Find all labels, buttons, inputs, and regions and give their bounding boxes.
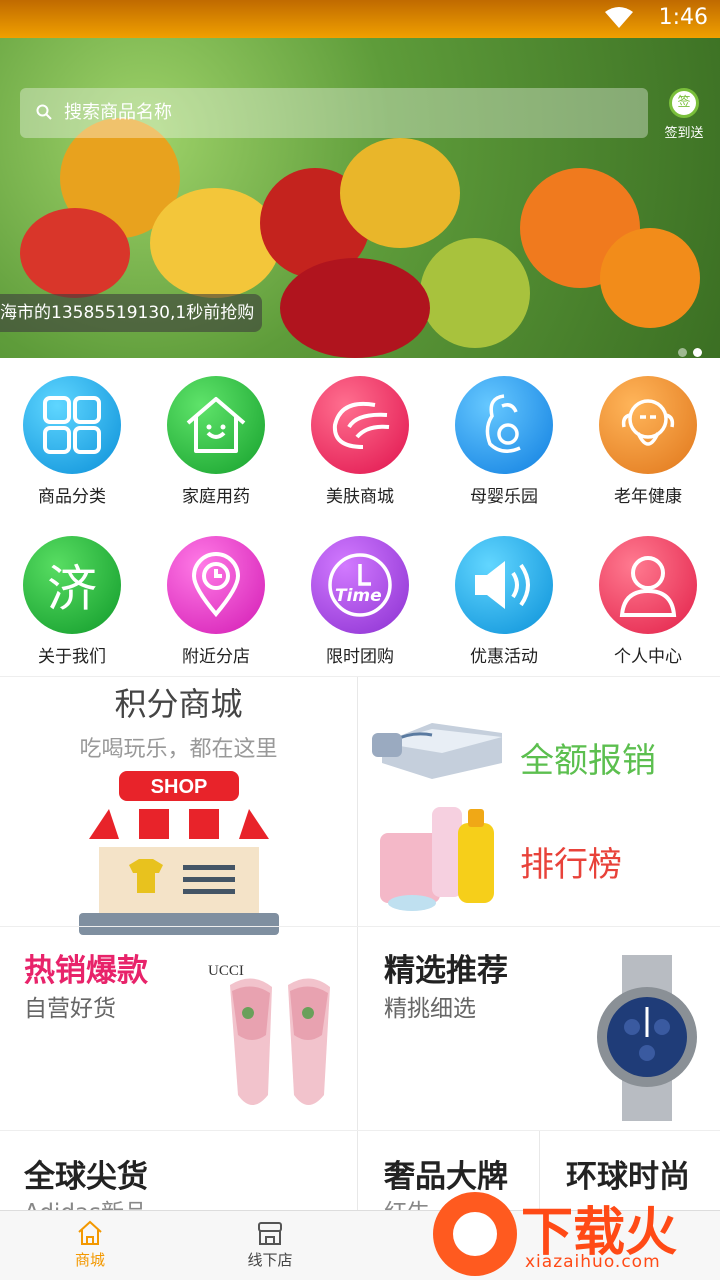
about-glyph: 济 bbox=[47, 560, 97, 618]
points-mall-subtitle: 吃喝玩乐，都在这里 bbox=[79, 737, 278, 762]
global-goods-title: 全球尖货 bbox=[24, 1159, 148, 1195]
grid-item-home-medicine[interactable]: 家庭用药 bbox=[144, 376, 288, 507]
beauty-icon bbox=[311, 376, 409, 474]
user-icon bbox=[599, 536, 697, 634]
points-mall-title: 积分商城 bbox=[114, 685, 243, 723]
search-input[interactable]: 搜索商品名称 bbox=[20, 88, 648, 138]
fruit-decoration bbox=[20, 208, 130, 298]
global-goods-card[interactable]: 全球尖货 Adidas新品 bbox=[0, 1131, 358, 1210]
grid-item-profile[interactable]: 个人中心 bbox=[576, 536, 720, 667]
category-grid-row-1: 商品分类 家庭用药 美肤商城 母婴乐园 老年健康 bbox=[0, 376, 720, 507]
grid-item-beauty[interactable]: 美肤商城 bbox=[288, 376, 432, 507]
fruit-decoration bbox=[600, 228, 700, 328]
grid-item-group-buy[interactable]: Time 限时团购 bbox=[288, 536, 432, 667]
search-icon bbox=[36, 104, 52, 120]
wifi-icon bbox=[605, 7, 633, 28]
grid-item-about[interactable]: 济 关于我们 bbox=[0, 536, 144, 667]
checkin-button[interactable]: 签 签到送 bbox=[660, 88, 708, 141]
category-grid-icon bbox=[23, 376, 121, 474]
fruit-decoration bbox=[340, 138, 460, 248]
store-icon bbox=[258, 1222, 282, 1245]
checkin-label: 签到送 bbox=[664, 126, 704, 141]
mother-baby-icon bbox=[455, 376, 553, 474]
elder-icon bbox=[599, 376, 697, 474]
location-pin-icon bbox=[167, 536, 265, 634]
global-goods-subtitle: Adidas新品 bbox=[24, 1193, 147, 1210]
checkin-badge: 签 bbox=[677, 95, 691, 110]
grid-label: 限时团购 bbox=[326, 647, 394, 667]
full-reimbursement-card[interactable]: 全额报销 bbox=[372, 697, 712, 807]
grid-label: 老年健康 bbox=[614, 487, 682, 507]
fruit-decoration bbox=[150, 188, 280, 298]
time-clock-icon: Time bbox=[311, 536, 409, 634]
fruit-decoration bbox=[420, 238, 530, 348]
watch-illustration bbox=[597, 955, 697, 1121]
grid-label: 关于我们 bbox=[38, 647, 106, 667]
hot-sales-subtitle: 自营好货 bbox=[24, 996, 116, 1022]
recommended-title: 精选推荐 bbox=[384, 953, 508, 989]
baby-products-illustration bbox=[380, 807, 494, 911]
recommended-card[interactable]: 精选推荐 精挑细选 bbox=[360, 927, 720, 1131]
clock: 1:46 bbox=[658, 5, 708, 30]
carousel-dots[interactable] bbox=[672, 342, 702, 358]
fruit-decoration bbox=[280, 258, 430, 358]
tab-label: 线下店 bbox=[247, 1251, 293, 1269]
carousel-dot[interactable] bbox=[678, 348, 687, 357]
grid-label: 商品分类 bbox=[38, 487, 106, 507]
search-placeholder: 搜索商品名称 bbox=[64, 102, 172, 123]
ranking-card[interactable]: 排行榜 bbox=[372, 803, 712, 913]
grid-label: 附近分店 bbox=[182, 647, 250, 667]
reimbursement-label: 全额报销 bbox=[520, 741, 656, 781]
grid-label: 个人中心 bbox=[614, 647, 682, 667]
grid-item-elder[interactable]: 老年健康 bbox=[576, 376, 720, 507]
featured-section: 热销爆款 自营好货 UCCI 精选推荐 精挑细选 bbox=[0, 926, 720, 1131]
promo-section: 积分商城 吃喝玩乐，都在这里 SHOP 全额报销 排行榜 bbox=[0, 676, 720, 935]
tab-mall[interactable]: 商城 bbox=[30, 1219, 150, 1270]
grid-item-promotions[interactable]: 优惠活动 bbox=[432, 536, 576, 667]
carousel-dot-active[interactable] bbox=[693, 348, 702, 357]
home-medicine-icon bbox=[167, 376, 265, 474]
shop-store-illustration: SHOP bbox=[78, 771, 279, 935]
home-icon bbox=[78, 1220, 102, 1245]
grid-label: 优惠活动 bbox=[470, 647, 538, 667]
tab-label: 商城 bbox=[74, 1251, 105, 1269]
watermark-site: xiazaihuo.com bbox=[525, 1252, 661, 1272]
points-mall-card[interactable]: 积分商城 吃喝玩乐，都在这里 SHOP bbox=[0, 677, 358, 935]
slippers-illustration bbox=[230, 978, 330, 1105]
checkin-icon: 签 bbox=[669, 88, 699, 118]
recommended-subtitle: 精挑细选 bbox=[384, 996, 476, 1022]
grid-label: 美肤商城 bbox=[326, 487, 394, 507]
grid-item-category[interactable]: 商品分类 bbox=[0, 376, 144, 507]
shop-sign: SHOP bbox=[150, 776, 207, 798]
watermark-logo: 下载火 xiazaihuo.com bbox=[425, 1186, 720, 1280]
time-glyph: Time bbox=[335, 586, 382, 606]
grid-item-nearby-store[interactable]: 附近分店 bbox=[144, 536, 288, 667]
tab-offline-store[interactable]: 线下店 bbox=[210, 1219, 330, 1270]
about-ji-icon: 济 bbox=[23, 536, 121, 634]
purchase-ticker: 海市的13585519130,1秒前抢购 bbox=[0, 294, 263, 332]
hero-banner[interactable]: 搜索商品名称 签 签到送 海市的13585519130,1秒前抢购 bbox=[0, 38, 720, 358]
hot-sales-title: 热销爆款 bbox=[24, 953, 148, 989]
status-bar: 1:46 bbox=[0, 0, 720, 38]
bedding-illustration bbox=[372, 723, 502, 779]
hot-sales-card[interactable]: 热销爆款 自营好货 UCCI bbox=[0, 927, 358, 1131]
grid-item-mother-baby[interactable]: 母婴乐园 bbox=[432, 376, 576, 507]
ranking-label: 排行榜 bbox=[520, 845, 622, 885]
speaker-icon bbox=[455, 536, 553, 634]
luxury-brands-subtitle: 红牛 bbox=[384, 1193, 430, 1210]
category-grid-row-2: 济 关于我们 附近分店 Time 限时团购 优惠活动 个人中心 bbox=[0, 536, 720, 667]
flame-logo-icon bbox=[433, 1192, 517, 1276]
grid-label: 家庭用药 bbox=[182, 487, 250, 507]
grid-label: 母婴乐园 bbox=[470, 487, 538, 507]
